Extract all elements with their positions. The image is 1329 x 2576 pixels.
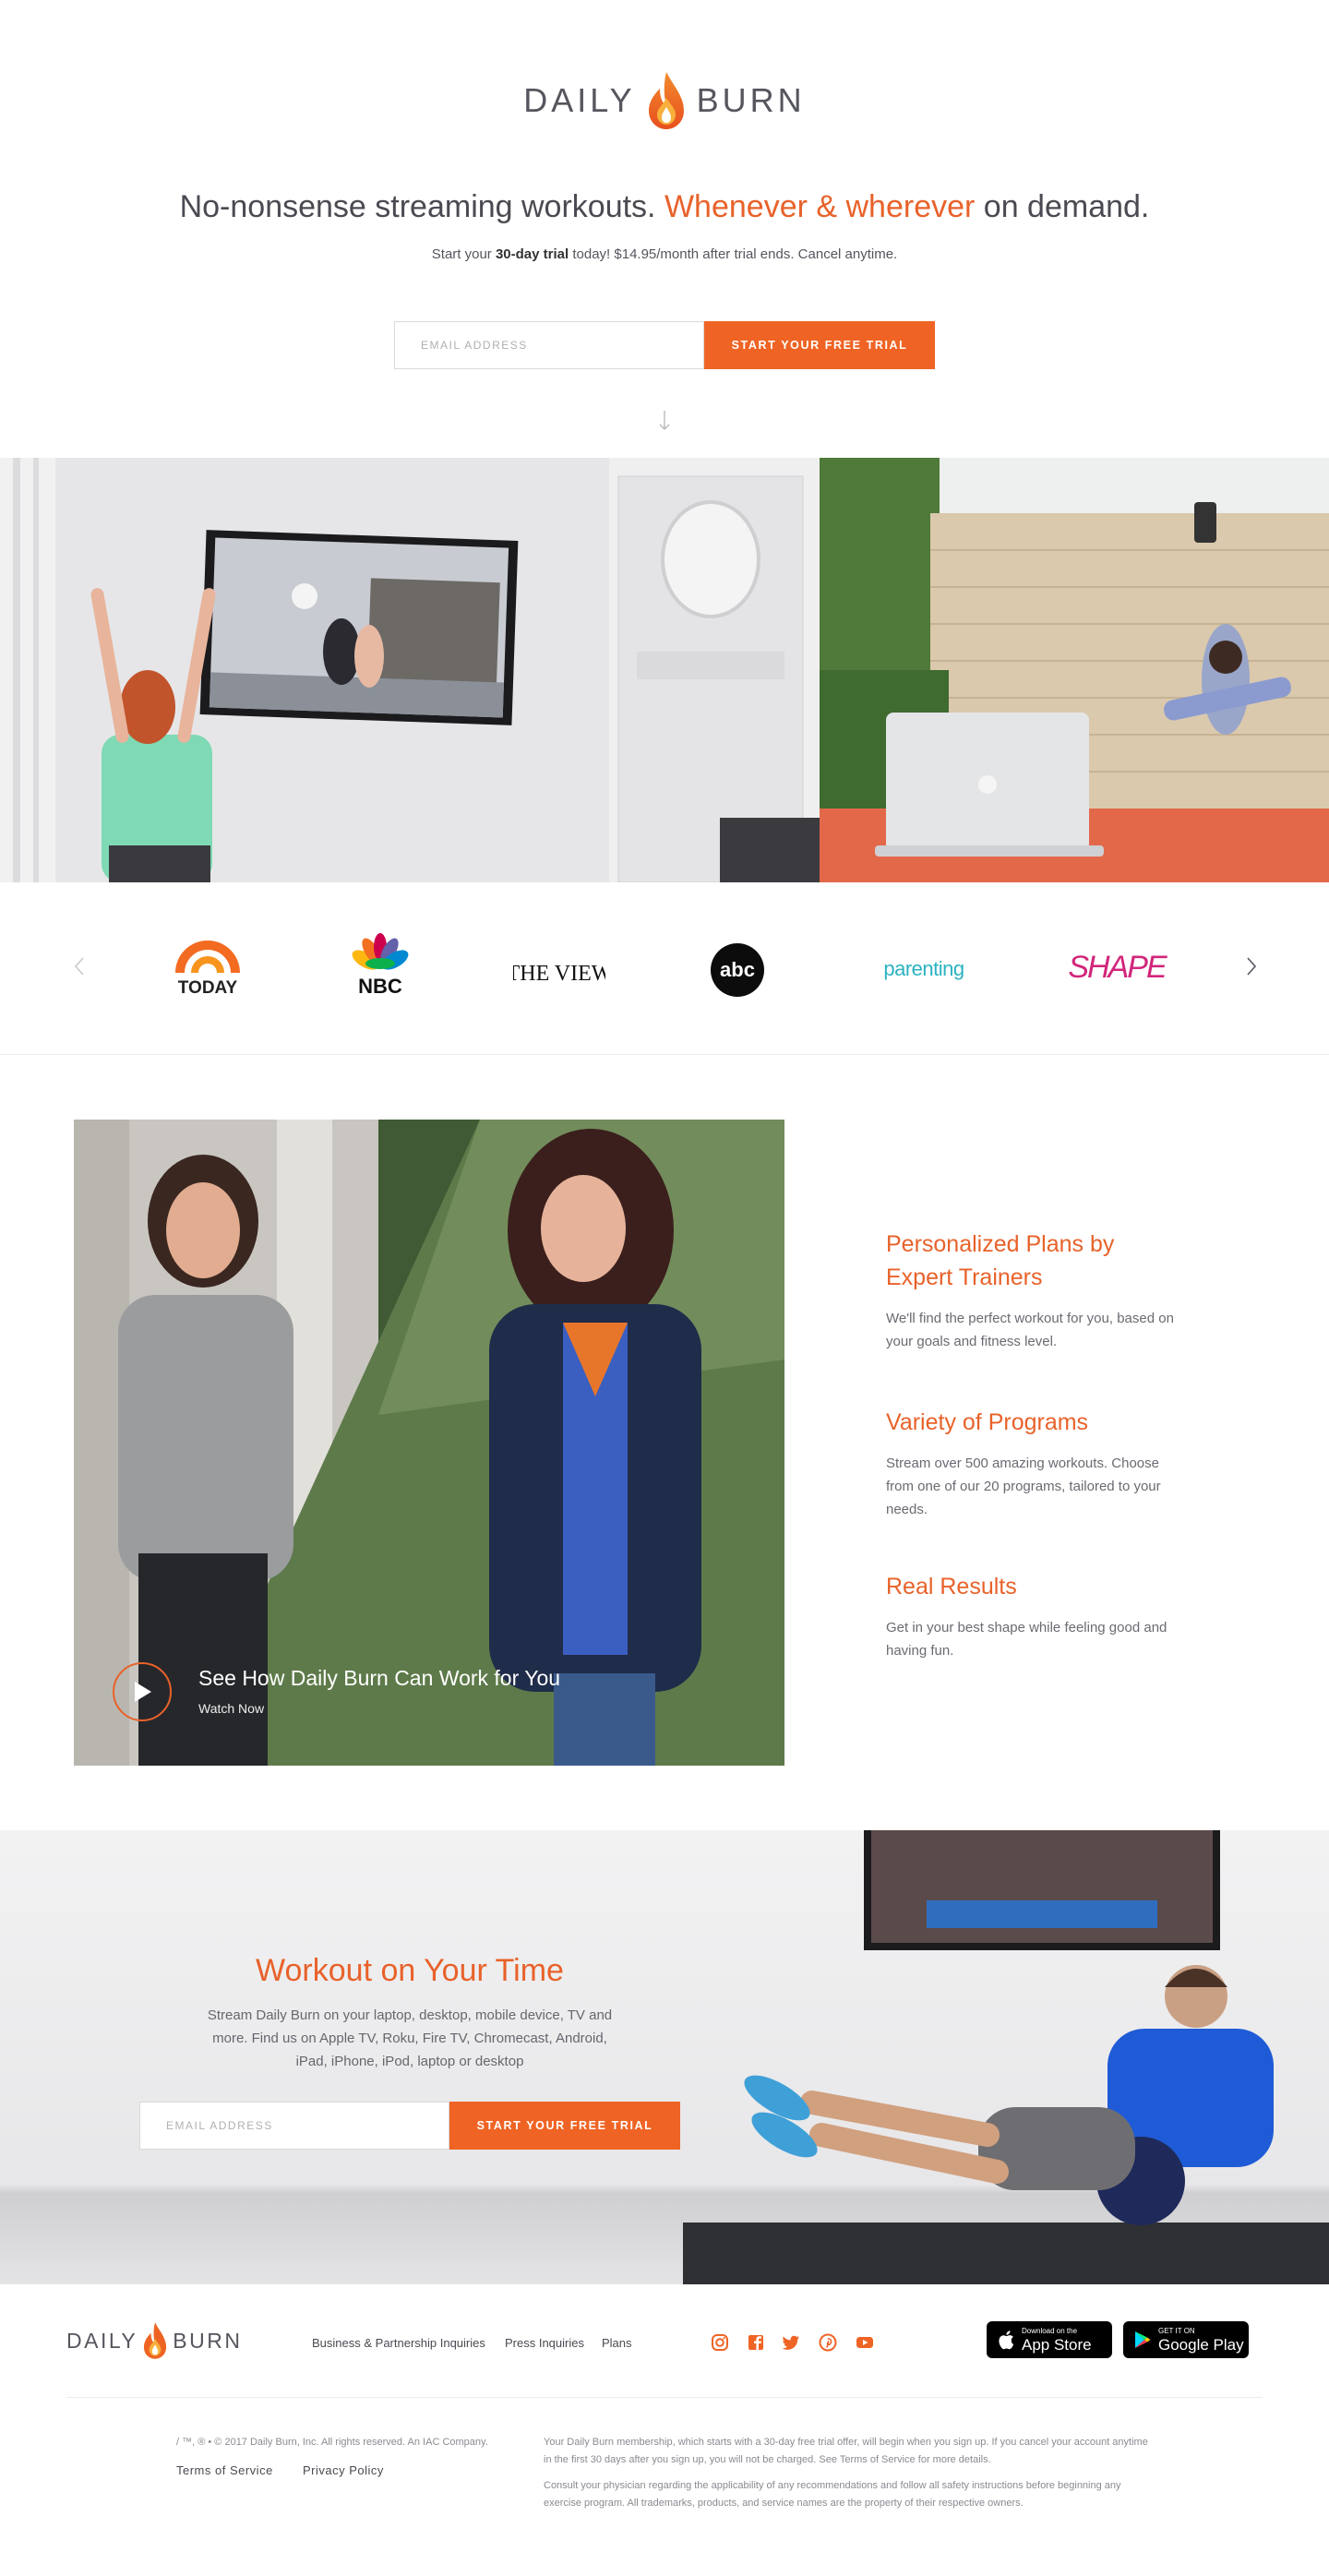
google-play-badge[interactable]: GET IT ON Google Play: [1123, 2321, 1249, 2358]
hero-title-part1: No-nonsense streaming workouts.: [179, 189, 656, 224]
press-logo-shape: SHAPE: [1068, 940, 1167, 995]
feature-title: Real Results: [886, 1574, 1017, 1600]
footer-logo[interactable]: DAILY BURN: [66, 2320, 242, 2361]
feature-real-results: Real Results Get in your best shape whil…: [886, 1570, 1181, 1662]
patio-illustration: [820, 458, 1329, 882]
abc-logo: abc: [711, 943, 764, 997]
footer-logo-burn: BURN: [173, 2328, 243, 2353]
apple-icon: [999, 2330, 1014, 2350]
workout-text: Stream Daily Burn on your laptop, deskto…: [207, 2007, 613, 2069]
google-play-icon: [1135, 2331, 1151, 2348]
press-logo-abc: abc: [707, 940, 768, 1000]
arrow-down-icon[interactable]: [655, 409, 674, 433]
hero-title-highlight: Whenever & wherever: [664, 189, 976, 224]
facebook-icon[interactable]: [747, 2333, 765, 2352]
success-story-video[interactable]: See How Daily Burn Can Work for You Watc…: [74, 1120, 784, 1766]
feature-text: We'll find the perfect workout for you, …: [886, 1311, 1174, 1349]
terms-of-service-link[interactable]: Terms of Service: [176, 2463, 273, 2477]
the-view-logo-text: THE VIEW: [513, 962, 605, 986]
press-logo-today: TODAY: [166, 932, 249, 1006]
privacy-policy-link[interactable]: Privacy Policy: [303, 2463, 384, 2477]
app-store-text: Download on the App Store: [1022, 2327, 1092, 2354]
workout-email-input[interactable]: [139, 2102, 449, 2150]
play-button[interactable]: [113, 1662, 172, 1721]
abc-logo-text: abc: [720, 958, 755, 981]
hero-subtitle: Start your 30-day trial today! $14.95/mo…: [0, 246, 1329, 262]
feature-variety-programs: Variety of Programs Stream over 500 amaz…: [886, 1406, 1181, 1521]
feature-personalized-plans: Personalized Plans by Expert Trainers We…: [886, 1228, 1181, 1353]
youtube-icon[interactable]: [856, 2333, 874, 2352]
google-play-text: GET IT ON Google Play: [1158, 2327, 1244, 2354]
video-title: See How Daily Burn Can Work for You: [198, 1666, 561, 1690]
press-logo-nbc: NBC: [345, 932, 415, 1006]
feature-text: Stream over 500 amazing workouts. Choose…: [886, 1456, 1161, 1517]
press-logo-parenting: parenting: [873, 946, 975, 992]
hero-signup-form: START YOUR FREE TRIAL: [394, 321, 935, 369]
play-icon: [135, 1682, 151, 1702]
twitter-icon[interactable]: [782, 2333, 800, 2352]
chevron-left-icon[interactable]: [70, 955, 89, 977]
logo-word-daily: DAILY: [523, 81, 636, 119]
hero-sub-prefix: Start your: [431, 246, 492, 262]
feature-text: Get in your best shape while feeling goo…: [886, 1620, 1167, 1659]
instagram-icon[interactable]: [711, 2333, 729, 2352]
google-play-big: Google Play: [1158, 2335, 1244, 2354]
footer-link-plans[interactable]: Plans: [602, 2336, 632, 2350]
physician-disclaimer: Consult your physician regarding the app…: [544, 2480, 1121, 2509]
today-logo: TODAY: [175, 941, 240, 998]
workout-start-trial-button[interactable]: START YOUR FREE TRIAL: [449, 2102, 680, 2150]
app-store-big: App Store: [1022, 2335, 1092, 2354]
hero-sub-bold: 30-day trial: [495, 246, 569, 262]
flame-icon: [648, 72, 684, 129]
hero-title-part2: on demand.: [983, 189, 1150, 224]
google-play-small: GET IT ON: [1158, 2326, 1195, 2335]
flame-icon: [144, 2322, 167, 2359]
press-logo-the-view: THE VIEW: [513, 932, 605, 1006]
hero-photo-living-room: [0, 458, 820, 882]
video-watch-now[interactable]: Watch Now: [198, 1701, 264, 1716]
today-logo-text: TODAY: [178, 978, 238, 998]
hero-title: No-nonsense streaming workouts. Whenever…: [0, 189, 1329, 225]
footer-logo-daily: DAILY: [66, 2328, 138, 2353]
footer-link-press[interactable]: Press Inquiries: [505, 2336, 584, 2350]
living-room-illustration: [0, 458, 820, 882]
membership-disclaimer: Your Daily Burn membership, which starts…: [544, 2437, 1148, 2465]
hero-photo-patio: [820, 458, 1329, 882]
workout-signup-form: START YOUR FREE TRIAL: [139, 2102, 680, 2150]
app-store-small: Download on the: [1022, 2326, 1078, 2335]
pinterest-icon[interactable]: [819, 2333, 837, 2352]
parenting-logo-text: parenting: [883, 957, 964, 980]
feature-title: Variety of Programs: [886, 1409, 1089, 1435]
daily-burn-logo[interactable]: DAILY BURN: [0, 68, 1329, 133]
hero-email-input[interactable]: [394, 321, 704, 369]
chevron-right-icon[interactable]: [1242, 955, 1261, 977]
hero-sub-suffix: today! $14.95/month after trial ends. Ca…: [572, 246, 898, 262]
the-view-logo: THE VIEW: [513, 962, 605, 986]
nbc-logo: NBC: [352, 933, 409, 998]
hero-start-trial-button[interactable]: START YOUR FREE TRIAL: [704, 321, 935, 369]
logo-word-burn: BURN: [696, 81, 806, 119]
footer-link-business[interactable]: Business & Partnership Inquiries: [312, 2336, 485, 2350]
nbc-logo-text: NBC: [358, 975, 402, 998]
feature-title: Personalized Plans by Expert Trainers: [886, 1231, 1115, 1290]
app-store-badge[interactable]: Download on the App Store: [987, 2321, 1112, 2358]
workout-title: Workout on Your Time: [256, 1953, 564, 1988]
footer-divider: [66, 2397, 1263, 2398]
shape-logo-text: SHAPE: [1068, 949, 1167, 985]
copyright-text: / ™, ® • © 2017 Daily Burn, Inc. All rig…: [176, 2437, 488, 2448]
